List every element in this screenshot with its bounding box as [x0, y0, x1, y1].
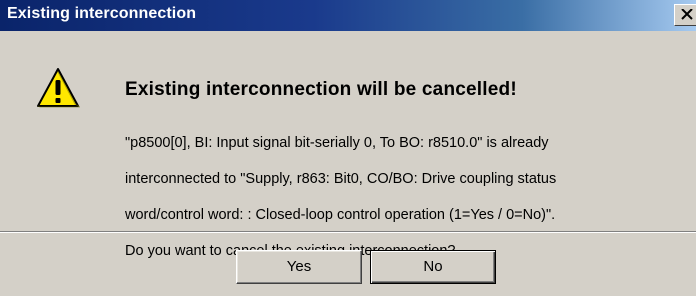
warning-icon	[37, 68, 80, 108]
dialog-heading: Existing interconnection will be cancell…	[125, 79, 517, 100]
message-line: "p8500[0], BI: Input signal bit-serially…	[125, 135, 549, 151]
close-button[interactable]	[674, 4, 696, 26]
message-line: word/control word: : Closed-loop control…	[125, 207, 556, 223]
no-button[interactable]: No	[370, 250, 496, 284]
close-icon	[681, 9, 693, 20]
yes-button[interactable]: Yes	[236, 250, 362, 284]
window-title: Existing interconnection	[7, 5, 197, 22]
separator-highlight	[0, 232, 696, 233]
title-bar[interactable]: Existing interconnection	[0, 0, 696, 31]
dialog-window: Existing interconnection Existing interc…	[0, 0, 696, 296]
message-line: interconnected to "Supply, r863: Bit0, C…	[125, 171, 557, 187]
